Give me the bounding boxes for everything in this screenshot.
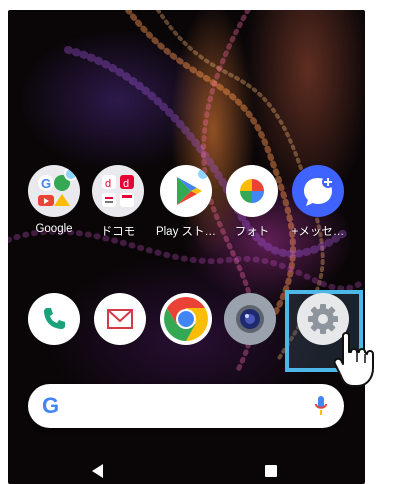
recents-icon[interactable] [265, 465, 277, 477]
app-plus-message[interactable]: +メッセ… [286, 165, 350, 239]
dock-phone[interactable] [22, 293, 86, 345]
notification-dot [64, 167, 78, 181]
google-folder-icon: G [28, 165, 80, 217]
plus-message-icon [292, 165, 344, 217]
svg-text:G: G [41, 176, 51, 191]
dock-chrome[interactable] [154, 293, 218, 345]
google-search-bar[interactable]: G [28, 384, 344, 428]
chrome-icon [160, 293, 212, 345]
phone-icon [28, 293, 80, 345]
app-label: フォト [234, 226, 270, 238]
dock-camera[interactable] [218, 293, 282, 345]
pointing-hand-icon [333, 332, 374, 387]
notification-dot [196, 167, 210, 181]
camera-icon [224, 293, 276, 345]
app-google-folder[interactable]: G Google [22, 165, 86, 235]
app-label: +メッセ… [291, 226, 345, 238]
mic-icon[interactable] [314, 395, 328, 417]
google-logo: G [42, 393, 60, 418]
svg-text:d: d [123, 178, 129, 190]
app-play-store[interactable]: Play スト… [154, 165, 218, 239]
app-label: ドコモ [100, 226, 136, 238]
play-store-icon [160, 165, 212, 217]
svg-text:d: d [105, 178, 111, 190]
home-screen: G Google d d ドコモ Play スト… フォト +メッセ… G [8, 10, 365, 484]
back-icon[interactable] [92, 464, 104, 478]
docomo-folder-icon: d d [92, 165, 144, 217]
app-photos[interactable]: フォト [220, 165, 284, 239]
navigation-bar [8, 458, 365, 484]
app-label: Play スト… [155, 226, 217, 238]
dock-mail[interactable] [88, 293, 152, 345]
app-docomo-folder[interactable]: d d ドコモ [86, 165, 150, 239]
mail-icon [94, 293, 146, 345]
app-label: Google [35, 223, 73, 235]
photos-icon [226, 165, 278, 217]
